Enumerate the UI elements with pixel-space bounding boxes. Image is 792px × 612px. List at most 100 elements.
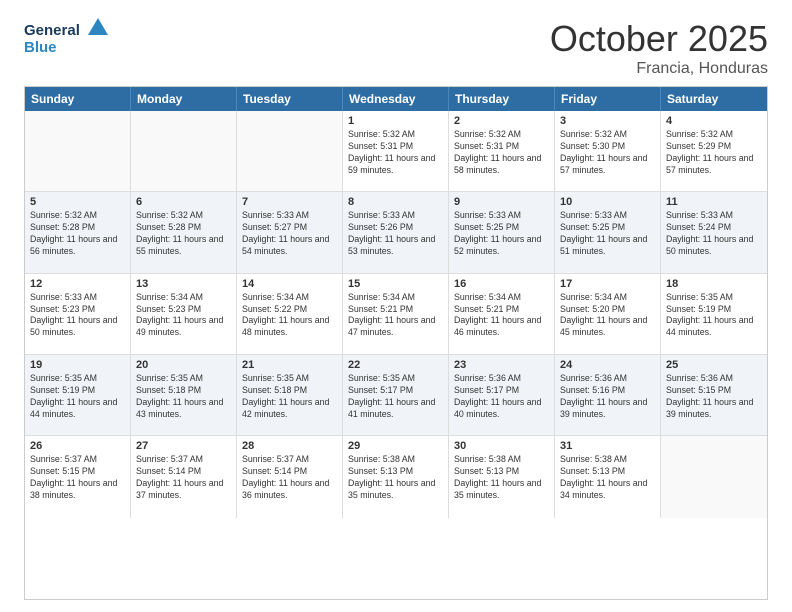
- day-number: 30: [454, 440, 549, 452]
- day-info: Sunrise: 5:32 AMSunset: 5:31 PMDaylight:…: [348, 129, 443, 177]
- day-cell-17: 17 Sunrise: 5:34 AMSunset: 5:20 PMDaylig…: [555, 274, 661, 354]
- day-number: 2: [454, 115, 549, 127]
- logo: General Blue: [24, 18, 124, 58]
- day-cell-6: 6 Sunrise: 5:32 AMSunset: 5:28 PMDayligh…: [131, 192, 237, 272]
- day-number: 14: [242, 278, 337, 290]
- day-number: 3: [560, 115, 655, 127]
- day-info: Sunrise: 5:33 AMSunset: 5:25 PMDaylight:…: [560, 210, 655, 258]
- location-subtitle: Francia, Honduras: [550, 60, 768, 78]
- day-cell-8: 8 Sunrise: 5:33 AMSunset: 5:26 PMDayligh…: [343, 192, 449, 272]
- day-cell-19: 19 Sunrise: 5:35 AMSunset: 5:19 PMDaylig…: [25, 355, 131, 435]
- day-info: Sunrise: 5:34 AMSunset: 5:21 PMDaylight:…: [454, 292, 549, 340]
- day-number: 26: [30, 440, 125, 452]
- day-number: 25: [666, 359, 762, 371]
- day-info: Sunrise: 5:35 AMSunset: 5:19 PMDaylight:…: [30, 373, 125, 421]
- day-number: 1: [348, 115, 443, 127]
- day-cell-24: 24 Sunrise: 5:36 AMSunset: 5:16 PMDaylig…: [555, 355, 661, 435]
- calendar-body: 1 Sunrise: 5:32 AMSunset: 5:31 PMDayligh…: [25, 111, 767, 599]
- day-cell-4: 4 Sunrise: 5:32 AMSunset: 5:29 PMDayligh…: [661, 111, 767, 191]
- day-info: Sunrise: 5:37 AMSunset: 5:14 PMDaylight:…: [136, 454, 231, 502]
- day-info: Sunrise: 5:32 AMSunset: 5:30 PMDaylight:…: [560, 129, 655, 177]
- day-cell-empty: [25, 111, 131, 191]
- day-info: Sunrise: 5:32 AMSunset: 5:31 PMDaylight:…: [454, 129, 549, 177]
- day-number: 18: [666, 278, 762, 290]
- month-title: October 2025: [550, 18, 768, 60]
- header-thursday: Thursday: [449, 87, 555, 111]
- day-info: Sunrise: 5:32 AMSunset: 5:28 PMDaylight:…: [30, 210, 125, 258]
- day-number: 12: [30, 278, 125, 290]
- day-cell-9: 9 Sunrise: 5:33 AMSunset: 5:25 PMDayligh…: [449, 192, 555, 272]
- day-info: Sunrise: 5:38 AMSunset: 5:13 PMDaylight:…: [348, 454, 443, 502]
- calendar-row: 19 Sunrise: 5:35 AMSunset: 5:19 PMDaylig…: [25, 355, 767, 436]
- day-cell-empty: [131, 111, 237, 191]
- day-number: 19: [30, 359, 125, 371]
- logo-brand: General Blue: [24, 18, 124, 58]
- day-cell-2: 2 Sunrise: 5:32 AMSunset: 5:31 PMDayligh…: [449, 111, 555, 191]
- day-cell-26: 26 Sunrise: 5:37 AMSunset: 5:15 PMDaylig…: [25, 436, 131, 517]
- day-number: 31: [560, 440, 655, 452]
- day-number: 23: [454, 359, 549, 371]
- day-cell-28: 28 Sunrise: 5:37 AMSunset: 5:14 PMDaylig…: [237, 436, 343, 517]
- day-cell-13: 13 Sunrise: 5:34 AMSunset: 5:23 PMDaylig…: [131, 274, 237, 354]
- day-info: Sunrise: 5:35 AMSunset: 5:18 PMDaylight:…: [136, 373, 231, 421]
- day-number: 4: [666, 115, 762, 127]
- day-info: Sunrise: 5:36 AMSunset: 5:17 PMDaylight:…: [454, 373, 549, 421]
- calendar-row: 26 Sunrise: 5:37 AMSunset: 5:15 PMDaylig…: [25, 436, 767, 517]
- day-cell-23: 23 Sunrise: 5:36 AMSunset: 5:17 PMDaylig…: [449, 355, 555, 435]
- header: General Blue October 2025 Francia, Hondu…: [24, 18, 768, 78]
- header-saturday: Saturday: [661, 87, 767, 111]
- day-number: 5: [30, 196, 125, 208]
- day-number: 15: [348, 278, 443, 290]
- day-info: Sunrise: 5:35 AMSunset: 5:18 PMDaylight:…: [242, 373, 337, 421]
- day-number: 27: [136, 440, 231, 452]
- day-info: Sunrise: 5:34 AMSunset: 5:20 PMDaylight:…: [560, 292, 655, 340]
- day-info: Sunrise: 5:33 AMSunset: 5:24 PMDaylight:…: [666, 210, 762, 258]
- svg-text:Blue: Blue: [24, 39, 57, 56]
- day-cell-27: 27 Sunrise: 5:37 AMSunset: 5:14 PMDaylig…: [131, 436, 237, 517]
- day-number: 24: [560, 359, 655, 371]
- calendar: Sunday Monday Tuesday Wednesday Thursday…: [24, 86, 768, 600]
- day-info: Sunrise: 5:33 AMSunset: 5:23 PMDaylight:…: [30, 292, 125, 340]
- day-cell-5: 5 Sunrise: 5:32 AMSunset: 5:28 PMDayligh…: [25, 192, 131, 272]
- header-tuesday: Tuesday: [237, 87, 343, 111]
- day-cell-7: 7 Sunrise: 5:33 AMSunset: 5:27 PMDayligh…: [237, 192, 343, 272]
- day-cell-11: 11 Sunrise: 5:33 AMSunset: 5:24 PMDaylig…: [661, 192, 767, 272]
- day-cell-21: 21 Sunrise: 5:35 AMSunset: 5:18 PMDaylig…: [237, 355, 343, 435]
- day-cell-14: 14 Sunrise: 5:34 AMSunset: 5:22 PMDaylig…: [237, 274, 343, 354]
- svg-text:General: General: [24, 22, 80, 39]
- day-info: Sunrise: 5:36 AMSunset: 5:16 PMDaylight:…: [560, 373, 655, 421]
- day-number: 16: [454, 278, 549, 290]
- day-cell-29: 29 Sunrise: 5:38 AMSunset: 5:13 PMDaylig…: [343, 436, 449, 517]
- day-number: 8: [348, 196, 443, 208]
- day-cell-18: 18 Sunrise: 5:35 AMSunset: 5:19 PMDaylig…: [661, 274, 767, 354]
- day-info: Sunrise: 5:36 AMSunset: 5:15 PMDaylight:…: [666, 373, 762, 421]
- day-info: Sunrise: 5:37 AMSunset: 5:14 PMDaylight:…: [242, 454, 337, 502]
- day-number: 29: [348, 440, 443, 452]
- day-cell-16: 16 Sunrise: 5:34 AMSunset: 5:21 PMDaylig…: [449, 274, 555, 354]
- day-cell-3: 3 Sunrise: 5:32 AMSunset: 5:30 PMDayligh…: [555, 111, 661, 191]
- day-number: 13: [136, 278, 231, 290]
- day-info: Sunrise: 5:33 AMSunset: 5:26 PMDaylight:…: [348, 210, 443, 258]
- day-cell-25: 25 Sunrise: 5:36 AMSunset: 5:15 PMDaylig…: [661, 355, 767, 435]
- day-info: Sunrise: 5:38 AMSunset: 5:13 PMDaylight:…: [560, 454, 655, 502]
- day-info: Sunrise: 5:33 AMSunset: 5:27 PMDaylight:…: [242, 210, 337, 258]
- day-cell-empty: [237, 111, 343, 191]
- day-number: 28: [242, 440, 337, 452]
- calendar-header: Sunday Monday Tuesday Wednesday Thursday…: [25, 87, 767, 111]
- page: General Blue October 2025 Francia, Hondu…: [0, 0, 792, 612]
- day-info: Sunrise: 5:35 AMSunset: 5:17 PMDaylight:…: [348, 373, 443, 421]
- day-cell-12: 12 Sunrise: 5:33 AMSunset: 5:23 PMDaylig…: [25, 274, 131, 354]
- calendar-row: 1 Sunrise: 5:32 AMSunset: 5:31 PMDayligh…: [25, 111, 767, 192]
- day-cell-1: 1 Sunrise: 5:32 AMSunset: 5:31 PMDayligh…: [343, 111, 449, 191]
- title-block: October 2025 Francia, Honduras: [550, 18, 768, 78]
- day-cell-31: 31 Sunrise: 5:38 AMSunset: 5:13 PMDaylig…: [555, 436, 661, 517]
- day-cell-15: 15 Sunrise: 5:34 AMSunset: 5:21 PMDaylig…: [343, 274, 449, 354]
- day-cell-10: 10 Sunrise: 5:33 AMSunset: 5:25 PMDaylig…: [555, 192, 661, 272]
- logo-svg: General Blue: [24, 18, 124, 58]
- day-info: Sunrise: 5:34 AMSunset: 5:23 PMDaylight:…: [136, 292, 231, 340]
- day-number: 21: [242, 359, 337, 371]
- day-number: 10: [560, 196, 655, 208]
- day-cell-20: 20 Sunrise: 5:35 AMSunset: 5:18 PMDaylig…: [131, 355, 237, 435]
- day-cell-22: 22 Sunrise: 5:35 AMSunset: 5:17 PMDaylig…: [343, 355, 449, 435]
- day-number: 20: [136, 359, 231, 371]
